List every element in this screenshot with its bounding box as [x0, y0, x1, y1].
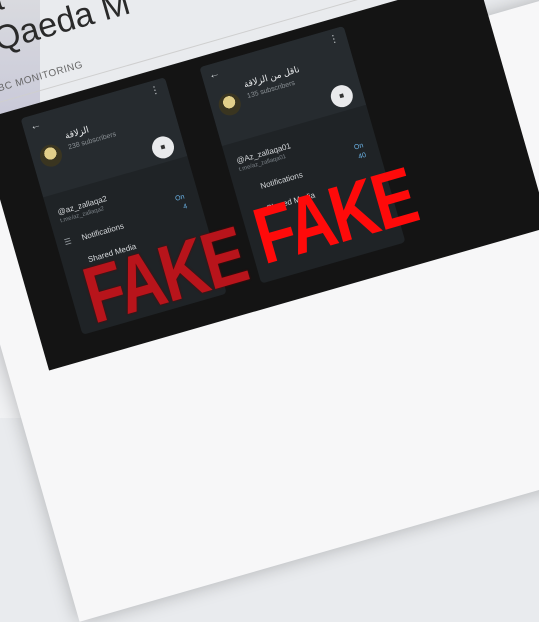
- more-vertical-icon[interactable]: ⋮: [328, 33, 341, 46]
- arrow-left-icon[interactable]: ←: [29, 118, 43, 133]
- arrow-left-icon[interactable]: ←: [207, 67, 221, 82]
- avatar: [216, 90, 244, 118]
- toggle-value: On: [353, 142, 365, 152]
- screenshot-panel: ← ⋮ الزلاقة 238 subscribers ■ @az_zallaq…: [0, 0, 539, 371]
- toggle-value: On: [174, 193, 186, 203]
- avatar: [37, 142, 65, 170]
- article-card: w wa r al-Qaeda M BY BBC MONITORING ← ⋮ …: [0, 0, 539, 622]
- message-icon[interactable]: ■: [328, 82, 356, 110]
- notifications-value: 4: [182, 203, 189, 211]
- more-vertical-icon[interactable]: ⋮: [149, 84, 162, 97]
- message-icon[interactable]: ■: [149, 133, 177, 162]
